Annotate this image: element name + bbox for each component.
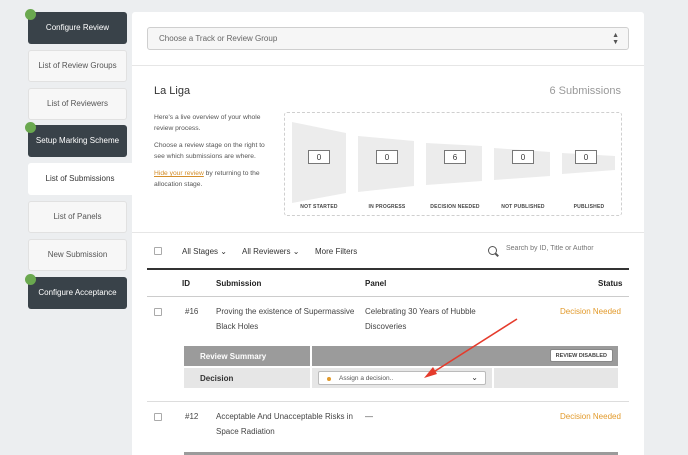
divider [132,65,644,66]
sidebar-item-submissions[interactable]: List of Submissions [28,163,132,195]
more-filters-button[interactable]: More Filters [315,247,357,256]
stage-label: DECISION NEEDED [430,204,480,210]
chevron-down-icon: ⌄ [292,247,300,256]
sidebar-item-marking-scheme[interactable]: Setup Marking Scheme [25,122,127,157]
track-select-placeholder: Choose a Track or Review Group [159,34,278,43]
col-header-panel: Panel [365,279,387,288]
chevron-down-icon: ⌄ [220,247,227,256]
sidebar-item-panels[interactable]: List of Panels [28,201,127,233]
stage-count: 0 [575,150,597,164]
stage-count: 0 [308,150,330,164]
intro-text-1: Here's a live overview of your whole rev… [154,114,261,132]
all-stages-dropdown[interactable]: All Stages ⌄ [182,247,227,256]
all-reviewers-dropdown[interactable]: All Reviewers ⌄ [242,247,299,256]
row-id: #12 [185,412,199,421]
stage-count: 0 [376,150,398,164]
complete-dot-icon [25,274,36,285]
sidebar-item-configure-acceptance[interactable]: Configure Acceptance [25,274,127,309]
row-id: #16 [185,307,199,316]
decision-placeholder: Assign a decision.. [339,374,394,382]
complete-dot-icon [25,122,36,133]
col-header-id: ID [182,279,190,288]
row-submission[interactable]: Acceptable And Unacceptable Risks in Spa… [216,409,356,439]
sidebar-item-configure-review[interactable]: Configure Review [25,9,127,44]
table-divider [147,268,629,270]
divider [132,232,644,233]
submissions-count: 6 Submissions [549,85,621,97]
search-icon [488,246,497,255]
sidebar-item-label: List of Review Groups [38,61,117,71]
stage-label: PUBLISHED [573,204,605,210]
intro-text-2: Choose a review stage on the right to se… [154,142,265,160]
sidebar-item-label: List of Submissions [45,174,115,184]
review-summary-header: REVIEW DISABLED [312,346,618,366]
row-checkbox[interactable] [154,308,162,316]
decision-select[interactable]: Assign a decision.. ⌄ [318,371,486,385]
stage-label: NOT PUBLISHED [501,204,545,210]
decision-cell: Assign a decision.. ⌄ [312,368,492,388]
track-select[interactable]: Choose a Track or Review Group ▲ ▼ [147,27,629,50]
intro-text-3: Hide your review by returning to the all… [154,170,260,188]
main-panel: Choose a Track or Review Group ▲ ▼ La Lig… [132,12,644,455]
chevron-down-icon: ⌄ [471,373,478,382]
hide-review-link[interactable]: Hide your review [154,170,204,177]
divider [147,401,629,402]
decision-label: Decision [184,368,310,388]
chevron-up-down-icon: ▲ ▼ [612,32,619,46]
status-dot-icon [327,377,331,381]
overview-intro: Here's a live overview of your whole rev… [154,112,272,196]
search-input[interactable] [506,245,626,252]
col-header-status: Status [598,279,623,288]
row-checkbox[interactable] [154,413,162,421]
sidebar-item-label: New Submission [47,250,108,260]
stage-count: 6 [444,150,466,164]
sidebar-item-label: List of Panels [53,212,102,222]
sidebar-item-new-submission[interactable]: New Submission [28,239,127,271]
sidebar-item-label: Configure Acceptance [38,288,117,298]
sidebar-item-label: List of Reviewers [47,99,108,109]
select-all-checkbox[interactable] [154,247,162,255]
sidebar-item-review-groups[interactable]: List of Review Groups [28,50,127,82]
complete-dot-icon [25,9,36,20]
col-header-submission: Submission [216,279,262,288]
stage-label: IN PROGRESS [368,204,406,210]
row-panel: — [365,412,373,421]
page-title: La Liga [154,85,191,97]
sidebar-item-reviewers[interactable]: List of Reviewers [28,88,127,120]
review-summary-panel: Review Summary REVIEW DISABLED Decision … [184,346,618,388]
divider [147,296,629,297]
row-submission[interactable]: Proving the existence of Supermassive Bl… [216,304,356,334]
stage-label: NOT STARTED [300,204,338,210]
status-badge: Decision Needed [560,412,621,421]
status-badge: Decision Needed [560,307,621,316]
stage-funnel: 0 NOT STARTED 0 IN PROGRESS 6 DECISION N… [284,112,622,216]
sidebar-item-label: Setup Marking Scheme [35,136,120,146]
stage-count: 0 [512,150,534,164]
row-panel: Celebrating 30 Years of Hubble Discoveri… [365,307,476,331]
decision-extra-cell [494,368,618,388]
review-disabled-button[interactable]: REVIEW DISABLED [549,349,613,362]
sidebar-item-label: Configure Review [45,23,110,33]
review-summary-label: Review Summary [184,346,310,366]
